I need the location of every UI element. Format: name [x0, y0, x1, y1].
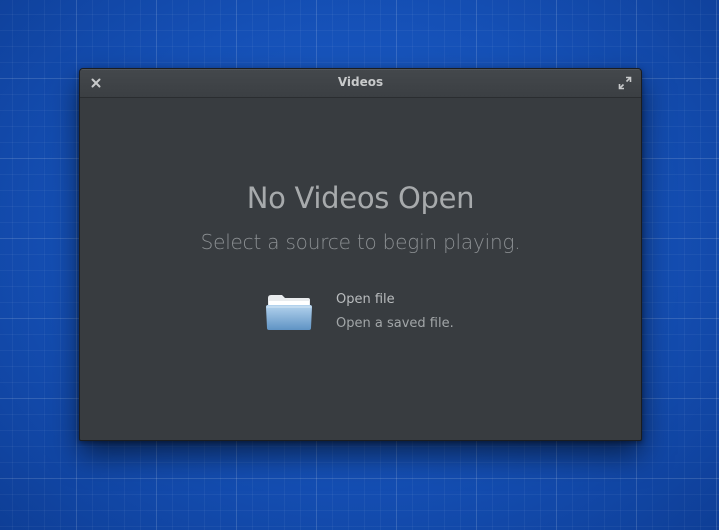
open-file-button[interactable]: Open file Open a saved file. — [260, 286, 470, 336]
maximize-icon — [618, 76, 632, 90]
welcome-subtitle: Select a source to begin playing. — [200, 230, 521, 254]
titlebar[interactable]: Videos — [80, 69, 641, 98]
welcome-view: No Videos Open Select a source to begin … — [80, 98, 641, 440]
folder-icon — [266, 295, 312, 330]
open-file-title: Open file — [336, 292, 395, 307]
welcome-title: No Videos Open — [246, 181, 475, 215]
videos-window: Videos No Videos Open Select a source to… — [79, 68, 642, 441]
window-title: Videos — [337, 75, 384, 89]
open-file-description: Open a saved file. — [336, 316, 454, 331]
maximize-button[interactable] — [617, 75, 633, 91]
